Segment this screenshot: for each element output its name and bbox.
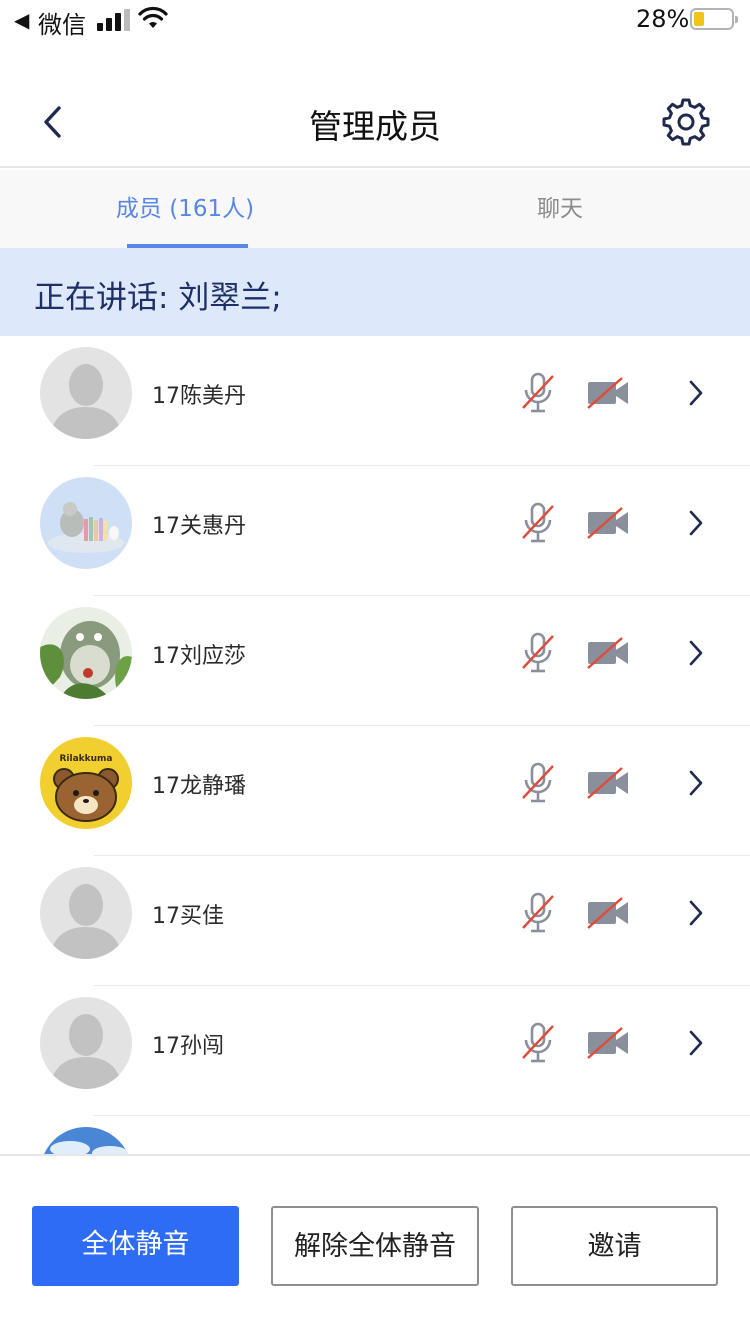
chevron-right-icon[interactable]: [686, 638, 706, 668]
default-avatar-icon: [40, 997, 132, 1089]
member-name: 17龙静璠: [152, 774, 246, 799]
muted-microphone-icon[interactable]: [520, 892, 556, 934]
default-avatar-icon: [40, 347, 132, 439]
member-row[interactable]: 17陈美丹: [0, 336, 750, 466]
member-row[interactable]: 17孙闯: [0, 986, 750, 1116]
tab-members-label: 成员 (161人): [115, 196, 255, 222]
muted-microphone-icon[interactable]: [520, 632, 556, 674]
member-name: 17关惠丹: [152, 514, 246, 539]
battery-level-fill: [694, 12, 704, 26]
member-row[interactable]: [0, 1116, 750, 1154]
back-app-label[interactable]: 微信: [38, 5, 86, 40]
muted-microphone-icon[interactable]: [520, 372, 556, 414]
member-row[interactable]: 17买佳: [0, 856, 750, 986]
sky-avatar: [40, 1127, 132, 1154]
cellular-signal-icon: [97, 9, 131, 31]
member-list[interactable]: 17陈美丹 17关惠丹 17刘应莎 Rilakkuma 17龙静璠 17买佳 1…: [0, 336, 750, 1154]
mute-all-button[interactable]: 全体静音: [32, 1206, 239, 1286]
member-row[interactable]: Rilakkuma 17龙静璠: [0, 726, 750, 856]
member-name: 17刘应莎: [152, 644, 246, 669]
settings-gear-icon[interactable]: [662, 98, 710, 146]
muted-microphone-icon[interactable]: [520, 1022, 556, 1064]
unmute-all-button[interactable]: 解除全体静音: [271, 1206, 479, 1286]
nav-bar: 管理成员: [0, 78, 750, 168]
totoro-avatar: [40, 607, 132, 699]
battery-percentage: 28%: [636, 5, 690, 33]
camera-off-icon[interactable]: [586, 636, 630, 670]
tab-members[interactable]: 成员 (161人): [95, 170, 275, 248]
muted-microphone-icon[interactable]: [520, 502, 556, 544]
member-name: 17孙闯: [152, 1034, 224, 1059]
speaking-text: 正在讲话: 刘翠兰;: [34, 280, 282, 316]
chevron-right-icon[interactable]: [686, 1028, 706, 1058]
member-row[interactable]: 17刘应莎: [0, 596, 750, 726]
tab-chat-label: 聊天: [537, 196, 583, 222]
invite-button[interactable]: 邀请: [511, 1206, 718, 1286]
rilakkuma-avatar: Rilakkuma: [40, 737, 132, 829]
bottom-action-bar: 全体静音 解除全体静音 邀请: [0, 1154, 750, 1334]
muted-microphone-icon[interactable]: [520, 762, 556, 804]
member-row[interactable]: 17关惠丹: [0, 466, 750, 596]
back-to-app-icon[interactable]: ◀: [14, 8, 29, 32]
member-name: 17买佳: [152, 904, 224, 929]
camera-off-icon[interactable]: [586, 1026, 630, 1060]
tab-bar: 成员 (161人) 聊天: [0, 170, 750, 248]
wifi-icon: [138, 6, 168, 28]
status-bar: ◀ 微信 28%: [0, 0, 750, 40]
illustration-avatar: [40, 477, 132, 569]
speaking-banner: 正在讲话: 刘翠兰;: [0, 248, 750, 336]
camera-off-icon[interactable]: [586, 766, 630, 800]
camera-off-icon[interactable]: [586, 506, 630, 540]
member-name: 17陈美丹: [152, 384, 246, 409]
camera-off-icon[interactable]: [586, 896, 630, 930]
camera-off-icon[interactable]: [586, 376, 630, 410]
default-avatar-icon: [40, 867, 132, 959]
chevron-right-icon[interactable]: [686, 378, 706, 408]
chevron-right-icon[interactable]: [686, 898, 706, 928]
tab-chat[interactable]: 聊天: [470, 170, 650, 248]
battery-icon: [690, 8, 738, 30]
chevron-right-icon[interactable]: [686, 508, 706, 538]
svg-text:Rilakkuma: Rilakkuma: [59, 754, 112, 764]
page-title: 管理成员: [309, 107, 441, 146]
chevron-right-icon[interactable]: [686, 768, 706, 798]
